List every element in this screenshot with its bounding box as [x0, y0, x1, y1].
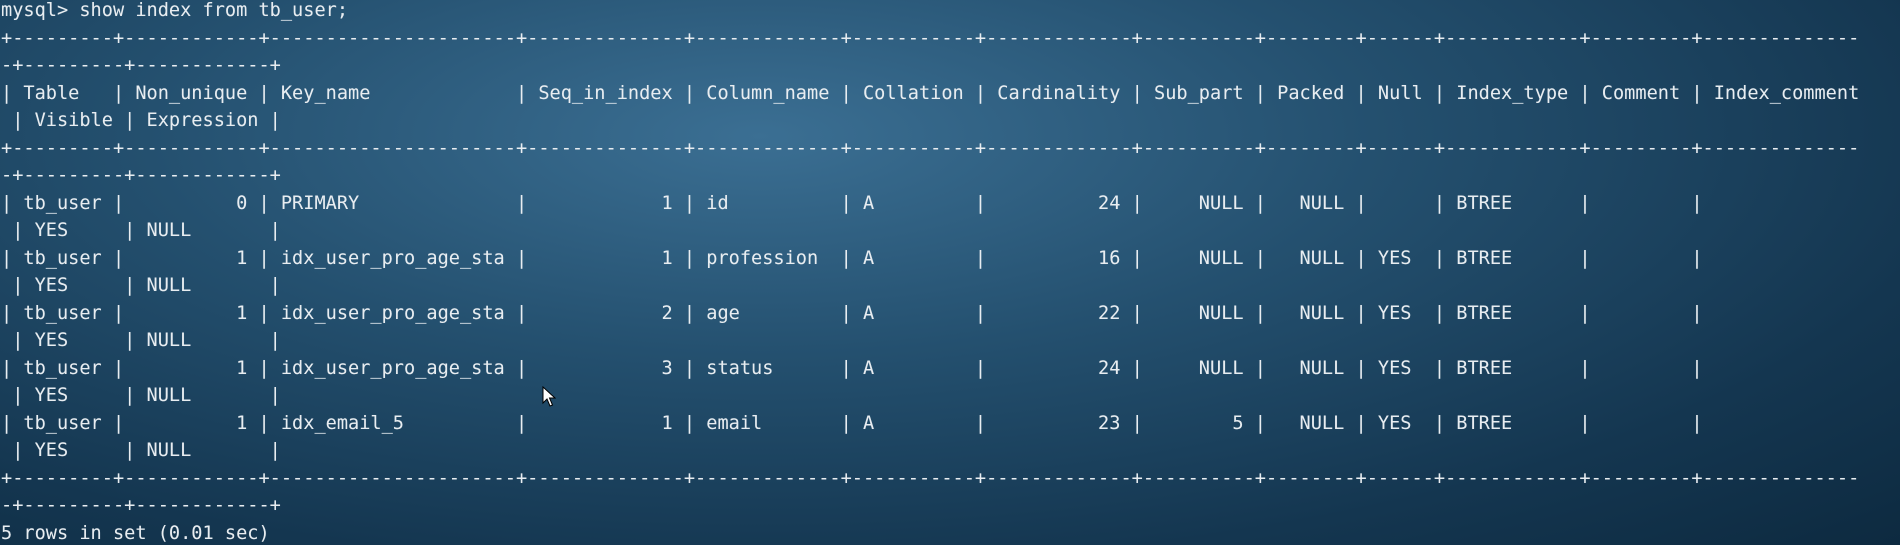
table-border-header-wrap: -+---------+------------+	[1, 165, 281, 186]
table-row: | tb_user | 0 | PRIMARY | 1 | id | A | 2…	[1, 192, 1703, 214]
table-row-wrap: | YES | NULL |	[1, 440, 281, 461]
table-border-bottom-wrap: -+---------+------------+	[1, 495, 281, 516]
table-row: | tb_user | 1 | idx_user_pro_age_sta | 1…	[1, 247, 1703, 269]
mouse-pointer-icon	[542, 386, 556, 407]
table-row-wrap: | YES | NULL |	[1, 275, 281, 296]
table-header-row: | Table | Non_unique | Key_name | Seq_in…	[1, 82, 1860, 104]
table-row-wrap: | YES | NULL |	[1, 385, 281, 406]
command-line: mysql> show index from tb_user;	[1, 0, 349, 21]
table-border-header: +---------+------------+----------------…	[1, 137, 1860, 159]
table-row: | tb_user | 1 | idx_email_5 | 1 | email …	[1, 412, 1703, 434]
table-header-row-wrap: | Visible | Expression |	[1, 110, 281, 131]
table-border-top-wrap: -+---------+------------+	[1, 55, 281, 76]
table-border-top: +---------+------------+----------------…	[1, 27, 1860, 49]
table-row: | tb_user | 1 | idx_user_pro_age_sta | 3…	[1, 357, 1703, 379]
terminal-window[interactable]: mysql> show index from tb_user; +-------…	[0, 0, 1900, 545]
table-row-wrap: | YES | NULL |	[1, 330, 281, 351]
table-row-wrap: | YES | NULL |	[1, 220, 281, 241]
table-border-bottom: +---------+------------+----------------…	[1, 467, 1860, 489]
table-row: | tb_user | 1 | idx_user_pro_age_sta | 2…	[1, 302, 1703, 324]
result-summary: 5 rows in set (0.01 sec)	[1, 522, 270, 544]
